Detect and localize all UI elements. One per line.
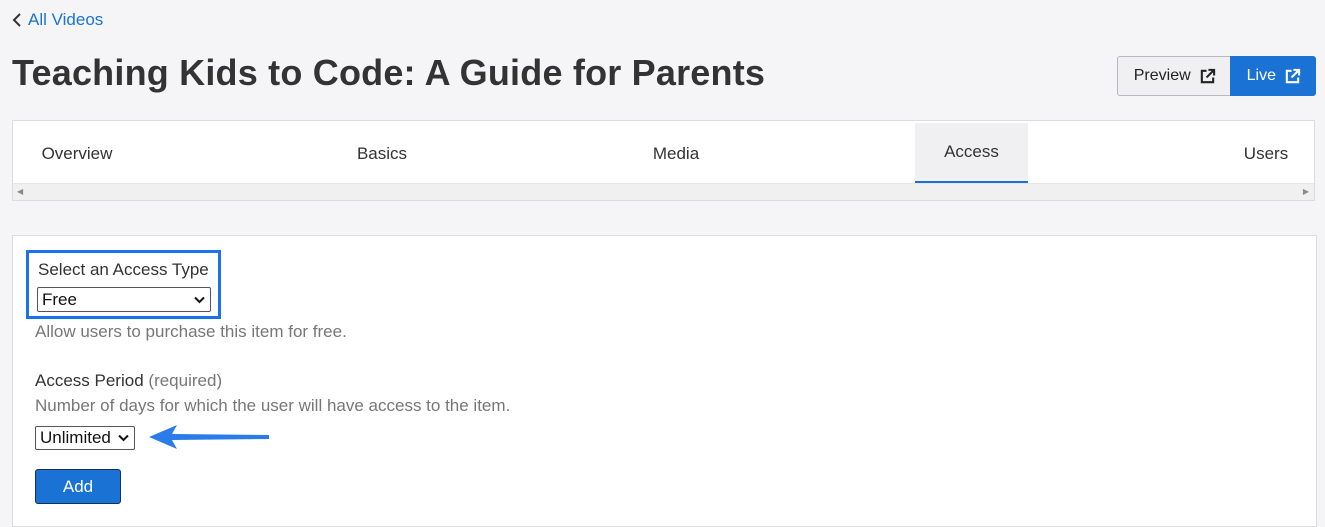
tab-users[interactable]: Users [1241,123,1291,184]
tab-media[interactable]: Media [648,123,704,184]
access-period-value: Unlimited [40,428,111,447]
page-title: Teaching Kids to Code: A Guide for Paren… [12,52,766,93]
required-marker: (required) [148,371,223,390]
external-link-icon [1285,68,1301,83]
access-type-help: Allow users to purchase this item for fr… [35,322,347,341]
add-button[interactable]: Add [35,469,121,504]
access-type-label: Select an Access Type [38,260,209,279]
chevron-down-icon [194,296,205,303]
access-type-value: Free [42,289,77,309]
back-link-all-videos[interactable]: All Videos [12,10,103,30]
tab-access[interactable]: Access [915,123,1028,184]
preview-button[interactable]: Preview [1116,56,1230,96]
tab-bar: Overview Basics Media Access Users ◀ ▶ [12,120,1315,201]
tab-overview[interactable]: Overview [39,123,115,184]
chevron-down-icon [118,434,129,442]
arrow-left-icon [149,425,269,449]
access-period-label-text: Access Period [35,371,144,390]
access-period-select[interactable]: Unlimited [35,426,135,450]
preview-button-label: Preview [1133,67,1191,84]
access-period-label: Access Period (required) [35,371,222,391]
scroll-right-icon[interactable]: ▶ [1303,187,1309,196]
tab-basics[interactable]: Basics [353,123,411,184]
access-period-help: Number of days for which the user will h… [35,396,511,415]
external-link-icon [1200,68,1215,83]
tab-scrollbar[interactable]: ◀ ▶ [13,183,1314,200]
chevron-left-icon [12,13,21,27]
access-panel: Select an Access Type Free Allow users t… [12,235,1317,527]
scroll-left-icon[interactable]: ◀ [17,187,23,196]
header-button-group: Preview Live [1116,56,1316,96]
back-link-label: All Videos [28,10,104,29]
live-button-label: Live [1246,67,1276,84]
live-button[interactable]: Live [1229,56,1316,96]
access-type-highlight: Select an Access Type Free [26,250,221,319]
access-type-select[interactable]: Free [37,287,211,312]
